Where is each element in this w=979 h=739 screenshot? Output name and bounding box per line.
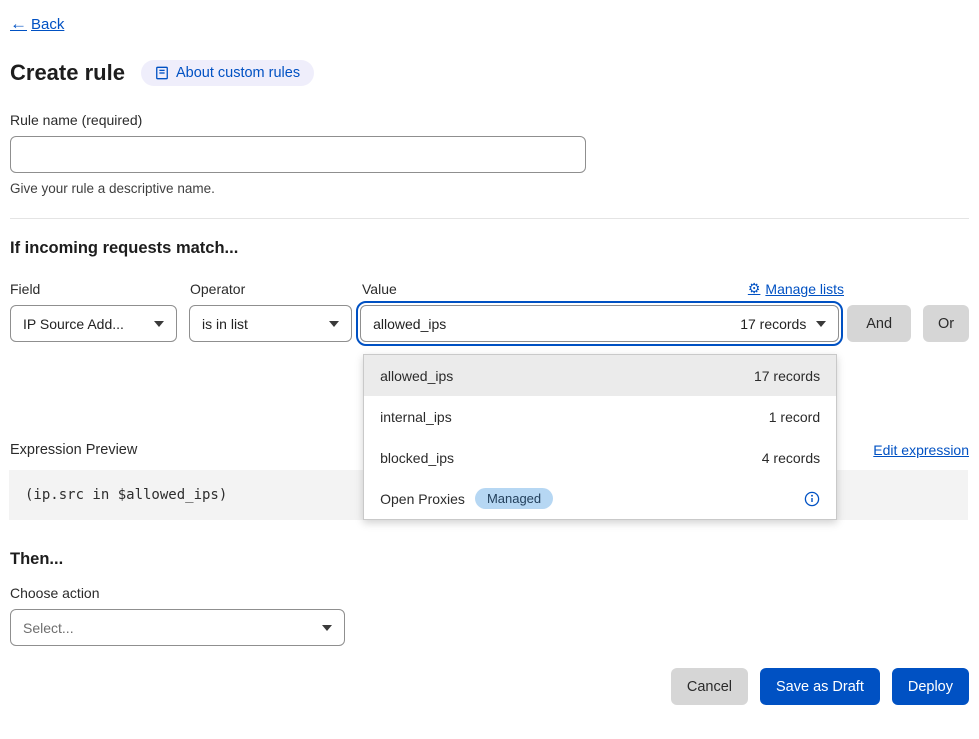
list-option-internal-ips[interactable]: internal_ips 1 record bbox=[364, 396, 836, 437]
value-select[interactable]: allowed_ips 17 records bbox=[360, 305, 839, 342]
value-label: Value bbox=[362, 281, 397, 297]
match-labels-row: Field Operator Value ⚙Manage lists bbox=[10, 280, 969, 297]
action-select-placeholder: Select... bbox=[23, 620, 74, 636]
operator-select[interactable]: is in list bbox=[189, 305, 352, 342]
list-option-count: 1 record bbox=[769, 409, 820, 425]
list-option-blocked-ips[interactable]: blocked_ips 4 records bbox=[364, 437, 836, 478]
operator-select-value: is in list bbox=[202, 316, 248, 332]
field-label: Field bbox=[10, 281, 178, 297]
deploy-button[interactable]: Deploy bbox=[892, 668, 969, 705]
back-row: ←Back bbox=[10, 14, 969, 34]
info-icon[interactable] bbox=[804, 491, 820, 507]
match-heading: If incoming requests match... bbox=[10, 239, 969, 258]
list-option-allowed-ips[interactable]: allowed_ips 17 records bbox=[364, 355, 836, 396]
value-label-row: Value ⚙Manage lists bbox=[362, 280, 844, 297]
footer-actions: Cancel Save as Draft Deploy bbox=[10, 668, 969, 705]
list-dropdown-menu: allowed_ips 17 records internal_ips 1 re… bbox=[363, 354, 837, 520]
field-select-value: IP Source Add... bbox=[23, 316, 124, 332]
edit-expression-link[interactable]: Edit expression bbox=[873, 442, 969, 458]
then-heading: Then... bbox=[10, 550, 969, 569]
and-button[interactable]: And bbox=[847, 305, 911, 342]
list-option-open-proxies[interactable]: Open Proxies Managed bbox=[364, 478, 836, 519]
match-controls-row: IP Source Add... is in list allowed_ips … bbox=[10, 305, 969, 342]
rule-name-help: Give your rule a descriptive name. bbox=[10, 181, 969, 196]
chevron-down-icon bbox=[322, 625, 332, 631]
manage-lists-link[interactable]: ⚙Manage lists bbox=[748, 280, 844, 297]
chevron-down-icon bbox=[816, 321, 826, 327]
list-option-name: blocked_ips bbox=[380, 450, 454, 466]
rule-name-label: Rule name (required) bbox=[10, 112, 969, 128]
manage-lists-label: Manage lists bbox=[765, 281, 844, 297]
list-option-count: 17 records bbox=[754, 368, 820, 384]
back-arrow-icon: ← bbox=[10, 14, 27, 34]
rule-name-input[interactable] bbox=[10, 136, 586, 173]
value-select-count: 17 records bbox=[740, 316, 806, 332]
expression-preview-label: Expression Preview bbox=[10, 442, 137, 458]
operator-label: Operator bbox=[190, 281, 354, 297]
gear-icon: ⚙ bbox=[748, 280, 761, 297]
action-section: Choose action Select... bbox=[10, 585, 969, 646]
back-link[interactable]: ←Back bbox=[10, 14, 64, 34]
page-title: Create rule bbox=[10, 60, 125, 86]
list-option-name: allowed_ips bbox=[380, 368, 453, 384]
back-label: Back bbox=[31, 16, 64, 33]
title-row: Create rule About custom rules bbox=[10, 60, 969, 86]
chevron-down-icon bbox=[154, 321, 164, 327]
action-select[interactable]: Select... bbox=[10, 609, 345, 646]
choose-action-label: Choose action bbox=[10, 585, 969, 601]
or-button[interactable]: Or bbox=[923, 305, 969, 342]
about-custom-rules-link[interactable]: About custom rules bbox=[141, 60, 314, 86]
list-option-count: 4 records bbox=[762, 450, 820, 466]
cancel-button[interactable]: Cancel bbox=[671, 668, 748, 705]
value-select-name: allowed_ips bbox=[373, 316, 446, 332]
field-select[interactable]: IP Source Add... bbox=[10, 305, 177, 342]
save-as-draft-button[interactable]: Save as Draft bbox=[760, 668, 880, 705]
rule-name-section: Rule name (required) Give your rule a de… bbox=[10, 112, 969, 196]
list-option-name: Open Proxies bbox=[380, 491, 465, 507]
list-option-name: internal_ips bbox=[380, 409, 452, 425]
section-divider bbox=[10, 218, 969, 219]
about-label: About custom rules bbox=[176, 65, 300, 81]
chevron-down-icon bbox=[329, 321, 339, 327]
book-icon bbox=[155, 66, 169, 80]
managed-badge: Managed bbox=[475, 488, 553, 509]
